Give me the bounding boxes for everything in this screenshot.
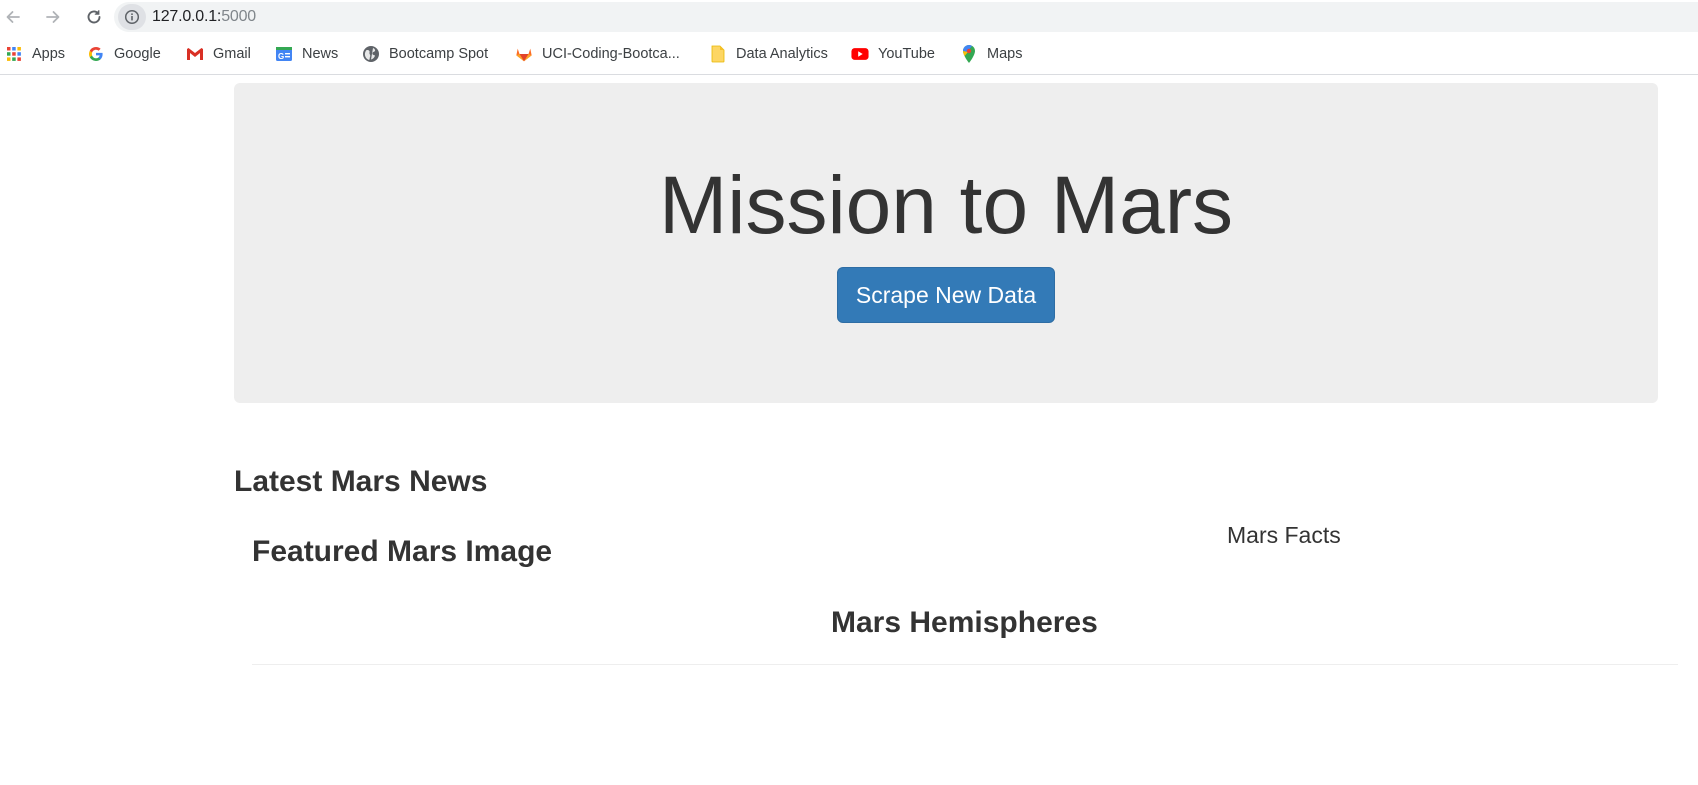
- bookmark-bootcamp-spot[interactable]: Bootcamp Spot: [362, 44, 488, 64]
- page-title: Mission to Mars: [658, 160, 1234, 251]
- folder-icon: [709, 45, 727, 63]
- maps-pin-icon: [960, 45, 978, 63]
- youtube-icon: [851, 45, 869, 63]
- url-host: 127.0.0.1:: [152, 8, 222, 25]
- bookmark-label: Data Analytics: [736, 46, 828, 62]
- globe-icon: [362, 45, 380, 63]
- back-button[interactable]: [1, 5, 25, 29]
- reload-button[interactable]: [82, 5, 106, 29]
- forward-button[interactable]: [41, 5, 65, 29]
- google-icon: [87, 45, 105, 63]
- info-icon: [124, 9, 140, 25]
- latest-mars-news-heading: Latest Mars News: [234, 465, 488, 498]
- apps-grid-icon: [5, 45, 23, 63]
- bookmark-youtube[interactable]: YouTube: [851, 44, 935, 64]
- reload-icon: [87, 10, 101, 24]
- bookmark-label: Maps: [987, 46, 1023, 62]
- bookmark-label: Apps: [32, 46, 66, 62]
- bookmark-news[interactable]: G News: [275, 44, 338, 64]
- featured-mars-image-heading: Featured Mars Image: [252, 535, 553, 568]
- bookmark-gmail[interactable]: Gmail: [186, 44, 251, 64]
- jumbotron: Mission to Mars Scrape New Data: [234, 83, 1658, 403]
- google-news-icon: G: [275, 45, 293, 63]
- bookmark-data-analytics[interactable]: Data Analytics: [709, 44, 828, 64]
- bookmark-maps[interactable]: Maps: [960, 44, 1022, 64]
- section-divider: [252, 664, 1678, 665]
- gitlab-icon: [515, 45, 533, 63]
- bookmark-label: YouTube: [878, 46, 935, 62]
- bookmark-label: Bootcamp Spot: [389, 46, 489, 62]
- address-bar[interactable]: 127.0.0.1:5000: [114, 2, 1698, 32]
- arrow-right-icon: [46, 11, 60, 23]
- url-port: 5000: [221, 8, 256, 25]
- bookmark-apps[interactable]: Apps: [5, 44, 65, 64]
- scrape-new-data-button[interactable]: Scrape New Data: [837, 267, 1055, 323]
- mars-hemispheres-heading: Mars Hemispheres: [831, 606, 1098, 639]
- url-text[interactable]: 127.0.0.1:5000: [152, 8, 256, 26]
- mars-facts-heading: Mars Facts: [1227, 522, 1341, 548]
- svg-text:G: G: [278, 52, 284, 61]
- browser-toolbar: 127.0.0.1:5000: [0, 0, 1698, 34]
- gmail-icon: [186, 45, 204, 63]
- site-info-button[interactable]: [118, 4, 146, 30]
- bookmark-label: Gmail: [213, 46, 251, 62]
- bookmark-label: Google: [114, 46, 161, 62]
- bookmark-google[interactable]: Google: [87, 44, 161, 64]
- bookmark-uci-coding-bootcamp[interactable]: UCI-Coding-Bootca...: [515, 44, 680, 64]
- bookmark-label: UCI-Coding-Bootca...: [542, 46, 680, 62]
- bookmark-label: News: [302, 46, 339, 62]
- bookmarks-bar: Apps Google Gmail G News Bootcamp Spot U…: [0, 34, 1698, 75]
- arrow-left-icon: [6, 11, 20, 23]
